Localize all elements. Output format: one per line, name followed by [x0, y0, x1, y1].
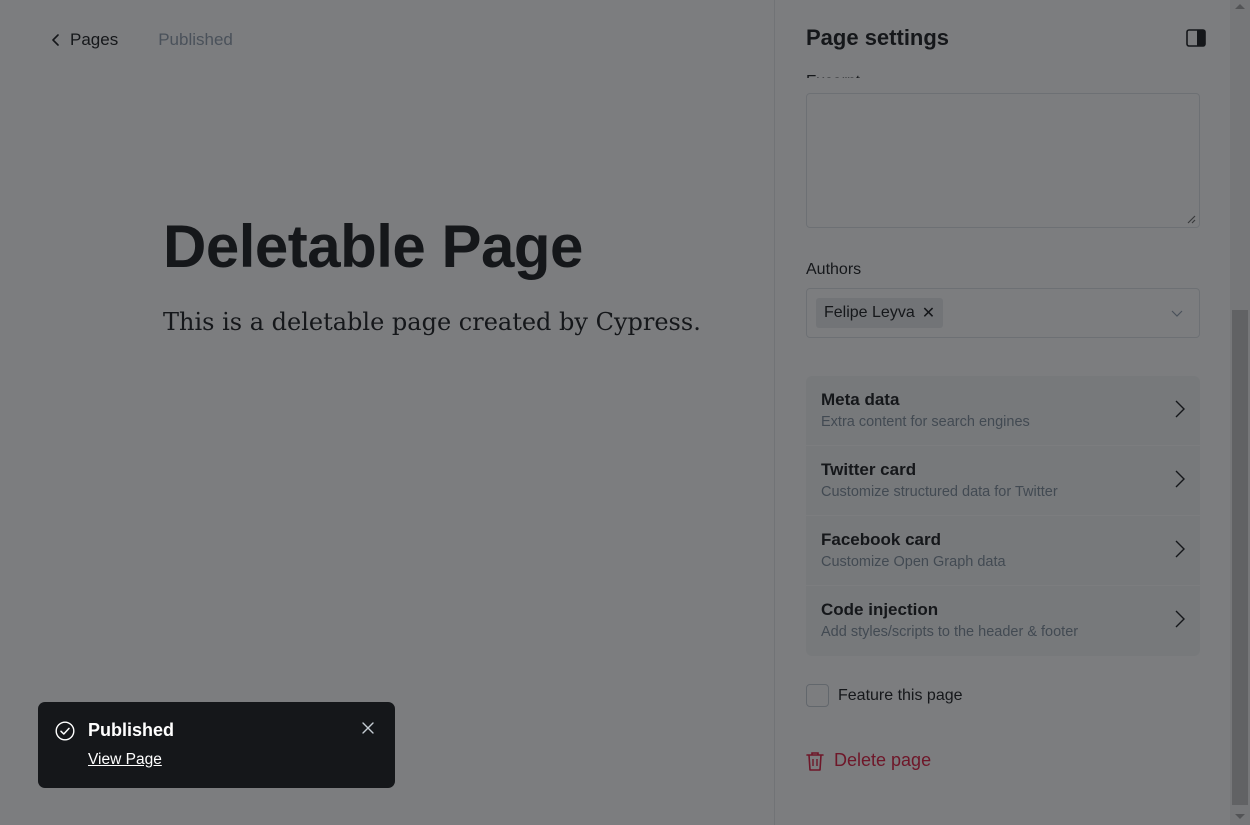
author-name: Felipe Leyva	[824, 304, 915, 321]
chevron-left-icon	[52, 34, 59, 46]
authors-select[interactable]: Felipe Leyva ✕	[806, 288, 1200, 338]
delete-label: Delete page	[834, 750, 932, 770]
nav-item-twitter-card[interactable]: Twitter card Customize structured data f…	[806, 446, 1200, 516]
authors-label: Authors	[806, 261, 862, 278]
panel-scrollbar[interactable]	[1230, 0, 1250, 825]
chevron-right-icon	[1175, 470, 1185, 488]
nav-item-title: Facebook card	[821, 530, 941, 549]
editor-topbar: Pages Published	[50, 28, 233, 52]
nav-item-code-injection[interactable]: Code injection Add styles/scripts to the…	[806, 586, 1200, 656]
feature-label: Feature this page	[838, 686, 963, 704]
trash-icon	[806, 751, 824, 771]
feature-checkbox[interactable]	[806, 684, 829, 707]
back-to-pages-link[interactable]: Pages	[50, 30, 118, 50]
panel-title: Page settings	[806, 25, 950, 50]
back-label: Pages	[70, 30, 119, 49]
close-icon[interactable]: ✕	[922, 303, 935, 323]
resize-grip-icon[interactable]	[1186, 214, 1196, 224]
nav-item-facebook-card[interactable]: Facebook card Customize Open Graph data	[806, 516, 1200, 586]
post-body[interactable]: This is a deletable page created by Cypr…	[163, 308, 701, 336]
check-circle-icon	[55, 721, 75, 741]
publish-status: Published	[158, 30, 233, 49]
nav-item-meta-data[interactable]: Meta data Extra content for search engin…	[806, 376, 1200, 446]
nav-item-description: Customize Open Graph data	[821, 554, 1006, 570]
post-title[interactable]: Deletable Page	[163, 212, 583, 281]
panel-header: Page settings	[806, 20, 1206, 56]
nav-item-description: Customize structured data for Twitter	[821, 484, 1058, 500]
scrollbar-thumb[interactable]	[1232, 310, 1248, 805]
published-toast: Published View Page	[38, 702, 395, 788]
nav-item-title: Meta data	[821, 390, 900, 409]
view-page-link[interactable]: View Page	[88, 751, 162, 769]
nav-item-description: Add styles/scripts to the header & foote…	[821, 624, 1079, 640]
toast-title: Published	[88, 720, 175, 740]
excerpt-label: Excerpt	[806, 66, 860, 78]
chevron-down-icon[interactable]	[1171, 308, 1183, 318]
scroll-up-icon[interactable]	[1235, 4, 1245, 9]
nav-item-title: Twitter card	[821, 460, 917, 479]
scroll-down-icon[interactable]	[1235, 814, 1245, 819]
close-icon[interactable]	[362, 722, 374, 734]
feature-toggle: Feature this page	[806, 684, 963, 707]
settings-nav-list: Meta data Extra content for search engin…	[806, 376, 1200, 656]
author-chip: Felipe Leyva ✕	[816, 298, 944, 328]
page-settings-panel: Page settings Excerpt Authors Felipe Ley…	[774, 0, 1230, 825]
chevron-right-icon	[1175, 400, 1185, 418]
nav-item-title: Code injection	[821, 600, 939, 619]
chevron-right-icon	[1175, 540, 1185, 558]
nav-item-description: Extra content for search engines	[821, 414, 1030, 430]
delete-page-button[interactable]: Delete page	[806, 750, 931, 771]
chevron-right-icon	[1175, 610, 1185, 628]
sidebar-toggle-icon[interactable]	[1186, 29, 1206, 47]
excerpt-textarea[interactable]	[806, 93, 1200, 228]
